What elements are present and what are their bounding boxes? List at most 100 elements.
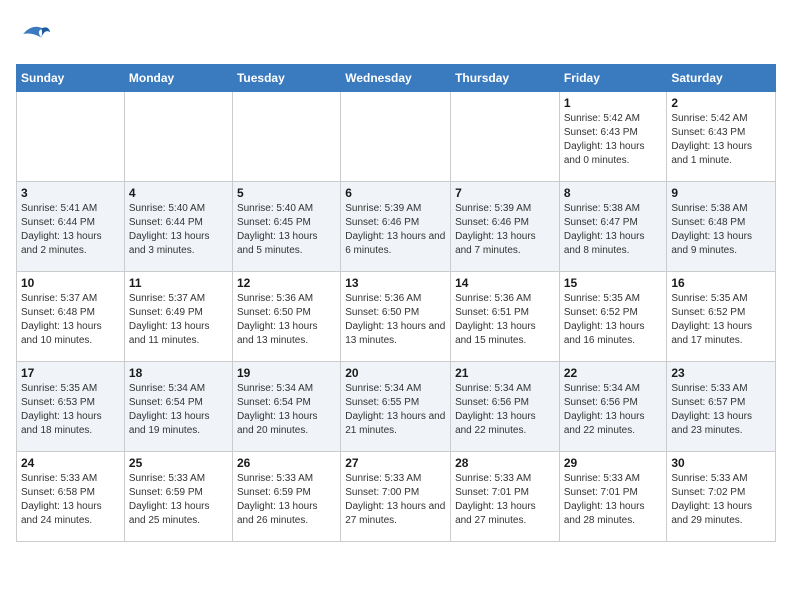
day-number: 27: [345, 456, 446, 470]
day-number: 28: [455, 456, 555, 470]
day-info: Sunrise: 5:34 AMSunset: 6:56 PMDaylight:…: [564, 382, 663, 438]
calendar-week-3: 10 Sunrise: 5:37 AMSunset: 6:48 PMDayligh…: [17, 272, 776, 362]
calendar-cell: 21 Sunrise: 5:34 AMSunset: 6:56 PMDayligh…: [451, 362, 560, 452]
calendar-cell: 2 Sunrise: 5:42 AMSunset: 6:43 PMDaylight…: [667, 92, 776, 182]
page-header: [16, 16, 776, 52]
day-info: Sunrise: 5:33 AMSunset: 6:59 PMDaylight:…: [237, 472, 336, 528]
calendar-cell: 6Sunrise: 5:39 AMSunset: 6:46 PMDaylight…: [341, 182, 451, 272]
day-number: 7: [455, 186, 555, 200]
day-number: 8: [564, 186, 663, 200]
calendar-cell: 3Sunrise: 5:41 AMSunset: 6:44 PMDaylight…: [17, 182, 125, 272]
day-info: Sunrise: 5:36 AMSunset: 6:50 PMDaylight:…: [345, 292, 446, 348]
day-info: Sunrise: 5:42 AMSunset: 6:43 PMDaylight:…: [564, 112, 663, 168]
calendar-cell: [451, 92, 560, 182]
day-number: 24: [21, 456, 120, 470]
calendar-week-2: 3Sunrise: 5:41 AMSunset: 6:44 PMDaylight…: [17, 182, 776, 272]
day-number: 16: [671, 276, 771, 290]
calendar-cell: 29Sunrise: 5:33 AMSunset: 7:01 PMDayligh…: [559, 452, 667, 542]
calendar-week-5: 24 Sunrise: 5:33 AMSunset: 6:58 PMDayligh…: [17, 452, 776, 542]
calendar-week-1: 1 Sunrise: 5:42 AMSunset: 6:43 PMDaylight…: [17, 92, 776, 182]
calendar-cell: 19 Sunrise: 5:34 AMSunset: 6:54 PMDayligh…: [232, 362, 340, 452]
day-number: 15: [564, 276, 663, 290]
calendar-cell: 5 Sunrise: 5:40 AMSunset: 6:45 PMDaylight…: [232, 182, 340, 272]
calendar-cell: 4 Sunrise: 5:40 AMSunset: 6:44 PMDaylight…: [124, 182, 232, 272]
weekday-header-tuesday: Tuesday: [232, 65, 340, 92]
day-number: 1: [564, 96, 663, 110]
calendar-cell: [17, 92, 125, 182]
calendar-cell: 26Sunrise: 5:33 AMSunset: 6:59 PMDayligh…: [232, 452, 340, 542]
calendar-cell: 9Sunrise: 5:38 AMSunset: 6:48 PMDaylight…: [667, 182, 776, 272]
calendar: SundayMondayTuesdayWednesdayThursdayFrid…: [16, 64, 776, 542]
day-number: 30: [671, 456, 771, 470]
calendar-cell: 11 Sunrise: 5:37 AMSunset: 6:49 PMDayligh…: [124, 272, 232, 362]
day-number: 29: [564, 456, 663, 470]
calendar-cell: 22 Sunrise: 5:34 AMSunset: 6:56 PMDayligh…: [559, 362, 667, 452]
day-info: Sunrise: 5:34 AMSunset: 6:54 PMDaylight:…: [237, 382, 336, 438]
weekday-header-monday: Monday: [124, 65, 232, 92]
calendar-cell: 12 Sunrise: 5:36 AMSunset: 6:50 PMDayligh…: [232, 272, 340, 362]
day-info: Sunrise: 5:39 AMSunset: 6:46 PMDaylight:…: [455, 202, 555, 258]
weekday-header-friday: Friday: [559, 65, 667, 92]
day-info: Sunrise: 5:40 AMSunset: 6:45 PMDaylight:…: [237, 202, 336, 258]
weekday-header-thursday: Thursday: [451, 65, 560, 92]
day-info: Sunrise: 5:33 AMSunset: 6:57 PMDaylight:…: [671, 382, 771, 438]
day-number: 14: [455, 276, 555, 290]
day-info: Sunrise: 5:35 AMSunset: 6:53 PMDaylight:…: [21, 382, 120, 438]
day-info: Sunrise: 5:35 AMSunset: 6:52 PMDaylight:…: [671, 292, 771, 348]
day-number: 2: [671, 96, 771, 110]
day-info: Sunrise: 5:34 AMSunset: 6:56 PMDaylight:…: [455, 382, 555, 438]
day-info: Sunrise: 5:35 AMSunset: 6:52 PMDaylight:…: [564, 292, 663, 348]
calendar-cell: 16 Sunrise: 5:35 AMSunset: 6:52 PMDayligh…: [667, 272, 776, 362]
calendar-cell: 17Sunrise: 5:35 AMSunset: 6:53 PMDayligh…: [17, 362, 125, 452]
calendar-cell: 15 Sunrise: 5:35 AMSunset: 6:52 PMDayligh…: [559, 272, 667, 362]
day-number: 25: [129, 456, 228, 470]
day-info: Sunrise: 5:33 AMSunset: 6:58 PMDaylight:…: [21, 472, 120, 528]
day-number: 13: [345, 276, 446, 290]
day-number: 20: [345, 366, 446, 380]
calendar-cell: [232, 92, 340, 182]
day-info: Sunrise: 5:39 AMSunset: 6:46 PMDaylight:…: [345, 202, 446, 258]
day-number: 5: [237, 186, 336, 200]
calendar-cell: [124, 92, 232, 182]
calendar-cell: 27Sunrise: 5:33 AMSunset: 7:00 PMDayligh…: [341, 452, 451, 542]
calendar-cell: 28 Sunrise: 5:33 AMSunset: 7:01 PMDayligh…: [451, 452, 560, 542]
day-info: Sunrise: 5:37 AMSunset: 6:48 PMDaylight:…: [21, 292, 120, 348]
logo-icon: [16, 16, 52, 52]
calendar-week-4: 17Sunrise: 5:35 AMSunset: 6:53 PMDayligh…: [17, 362, 776, 452]
day-number: 22: [564, 366, 663, 380]
day-info: Sunrise: 5:33 AMSunset: 7:01 PMDaylight:…: [455, 472, 555, 528]
day-info: Sunrise: 5:37 AMSunset: 6:49 PMDaylight:…: [129, 292, 228, 348]
day-info: Sunrise: 5:40 AMSunset: 6:44 PMDaylight:…: [129, 202, 228, 258]
calendar-cell: 8 Sunrise: 5:38 AMSunset: 6:47 PMDaylight…: [559, 182, 667, 272]
calendar-cell: 25 Sunrise: 5:33 AMSunset: 6:59 PMDayligh…: [124, 452, 232, 542]
calendar-cell: [341, 92, 451, 182]
weekday-header-saturday: Saturday: [667, 65, 776, 92]
day-number: 10: [21, 276, 120, 290]
day-info: Sunrise: 5:36 AMSunset: 6:50 PMDaylight:…: [237, 292, 336, 348]
calendar-cell: 30 Sunrise: 5:33 AMSunset: 7:02 PMDayligh…: [667, 452, 776, 542]
calendar-cell: 14 Sunrise: 5:36 AMSunset: 6:51 PMDayligh…: [451, 272, 560, 362]
day-number: 19: [237, 366, 336, 380]
day-number: 18: [129, 366, 228, 380]
weekday-header-wednesday: Wednesday: [341, 65, 451, 92]
day-info: Sunrise: 5:33 AMSunset: 7:02 PMDaylight:…: [671, 472, 771, 528]
day-number: 4: [129, 186, 228, 200]
calendar-cell: 24 Sunrise: 5:33 AMSunset: 6:58 PMDayligh…: [17, 452, 125, 542]
day-info: Sunrise: 5:33 AMSunset: 6:59 PMDaylight:…: [129, 472, 228, 528]
calendar-cell: 18Sunrise: 5:34 AMSunset: 6:54 PMDayligh…: [124, 362, 232, 452]
day-info: Sunrise: 5:38 AMSunset: 6:47 PMDaylight:…: [564, 202, 663, 258]
calendar-header-row: SundayMondayTuesdayWednesdayThursdayFrid…: [17, 65, 776, 92]
day-info: Sunrise: 5:34 AMSunset: 6:55 PMDaylight:…: [345, 382, 446, 438]
day-number: 9: [671, 186, 771, 200]
day-info: Sunrise: 5:41 AMSunset: 6:44 PMDaylight:…: [21, 202, 120, 258]
logo: [16, 16, 58, 52]
day-info: Sunrise: 5:36 AMSunset: 6:51 PMDaylight:…: [455, 292, 555, 348]
day-info: Sunrise: 5:42 AMSunset: 6:43 PMDaylight:…: [671, 112, 771, 168]
calendar-cell: 7 Sunrise: 5:39 AMSunset: 6:46 PMDaylight…: [451, 182, 560, 272]
day-number: 21: [455, 366, 555, 380]
calendar-cell: 13 Sunrise: 5:36 AMSunset: 6:50 PMDayligh…: [341, 272, 451, 362]
calendar-cell: 23Sunrise: 5:33 AMSunset: 6:57 PMDayligh…: [667, 362, 776, 452]
calendar-cell: 20 Sunrise: 5:34 AMSunset: 6:55 PMDayligh…: [341, 362, 451, 452]
day-number: 12: [237, 276, 336, 290]
day-number: 11: [129, 276, 228, 290]
